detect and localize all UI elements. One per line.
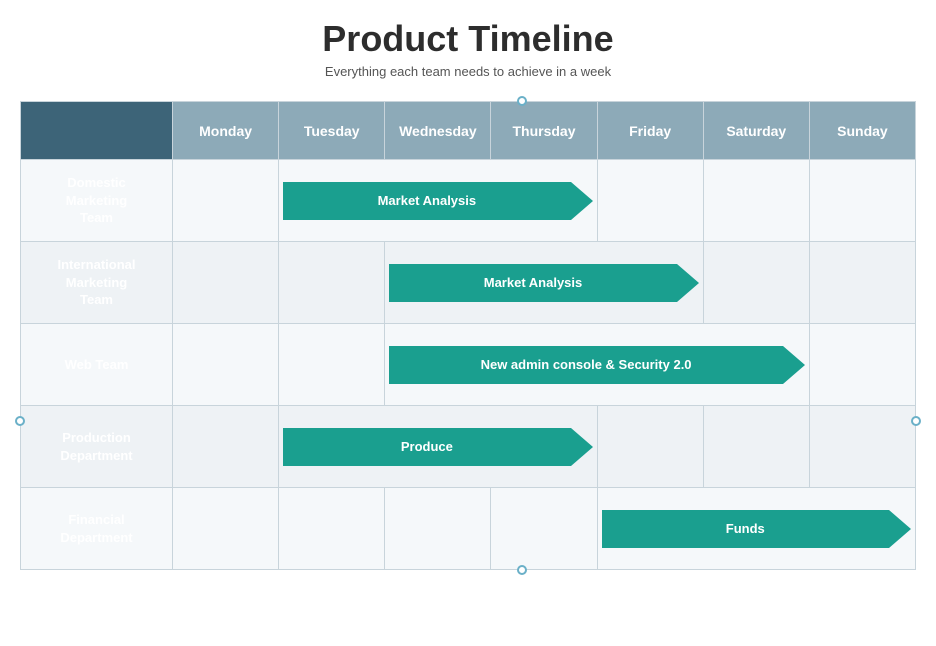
- empty-cell: [809, 160, 915, 242]
- marker-top: [517, 96, 527, 106]
- table-row: International Marketing Team Market Analy…: [21, 242, 916, 324]
- header-sunday: Sunday: [809, 102, 915, 160]
- arrow-head: [783, 346, 805, 384]
- chart-container: Monday Tuesday Wednesday Thursday Friday…: [20, 101, 916, 570]
- marker-right: [911, 416, 921, 426]
- empty-cell: [703, 160, 809, 242]
- empty-cell: [809, 406, 915, 488]
- table-row: Production Department Produce: [21, 406, 916, 488]
- marker-left: [15, 416, 25, 426]
- arrow-head: [571, 182, 593, 220]
- header-label: [21, 102, 173, 160]
- empty-cell: [491, 488, 597, 570]
- empty-cell: [173, 160, 279, 242]
- page-subtitle: Everything each team needs to achieve in…: [325, 64, 611, 79]
- header-wednesday: Wednesday: [385, 102, 491, 160]
- task-bar: New admin console & Security 2.0: [389, 346, 783, 384]
- header-monday: Monday: [173, 102, 279, 160]
- empty-cell: [173, 406, 279, 488]
- header-thursday: Thursday: [491, 102, 597, 160]
- header-row: Monday Tuesday Wednesday Thursday Friday…: [21, 102, 916, 160]
- empty-cell: [385, 488, 491, 570]
- table-row: Financial Department Funds: [21, 488, 916, 570]
- task-bar: Produce: [283, 428, 570, 466]
- timeline-table: Monday Tuesday Wednesday Thursday Friday…: [20, 101, 916, 570]
- team-label: Web Team: [21, 324, 173, 406]
- empty-cell: [703, 242, 809, 324]
- empty-cell: [279, 242, 385, 324]
- task-cell: Market Analysis: [385, 242, 703, 324]
- task-cell: Market Analysis: [279, 160, 597, 242]
- empty-cell: [173, 242, 279, 324]
- team-label: Domestic Marketing Team: [21, 160, 173, 242]
- table-row: Web Team New admin console & Security 2.0: [21, 324, 916, 406]
- empty-cell: [173, 488, 279, 570]
- header-friday: Friday: [597, 102, 703, 160]
- header-saturday: Saturday: [703, 102, 809, 160]
- header-tuesday: Tuesday: [279, 102, 385, 160]
- empty-cell: [173, 324, 279, 406]
- arrow-head: [889, 510, 911, 548]
- empty-cell: [809, 242, 915, 324]
- empty-cell: [597, 160, 703, 242]
- empty-cell: [597, 406, 703, 488]
- arrow-head: [677, 264, 699, 302]
- task-bar: Market Analysis: [283, 182, 570, 220]
- task-cell: New admin console & Security 2.0: [385, 324, 810, 406]
- team-label: Financial Department: [21, 488, 173, 570]
- empty-cell: [809, 324, 915, 406]
- marker-bottom: [517, 565, 527, 575]
- empty-cell: [279, 488, 385, 570]
- page-title: Product Timeline: [322, 18, 613, 60]
- empty-cell: [703, 406, 809, 488]
- task-bar: Funds: [602, 510, 889, 548]
- team-label: International Marketing Team: [21, 242, 173, 324]
- task-cell: Produce: [279, 406, 597, 488]
- task-cell: Funds: [597, 488, 915, 570]
- arrow-head: [571, 428, 593, 466]
- empty-cell: [279, 324, 385, 406]
- task-bar: Market Analysis: [389, 264, 676, 302]
- team-label: Production Department: [21, 406, 173, 488]
- table-row: Domestic Marketing Team Market Analysis: [21, 160, 916, 242]
